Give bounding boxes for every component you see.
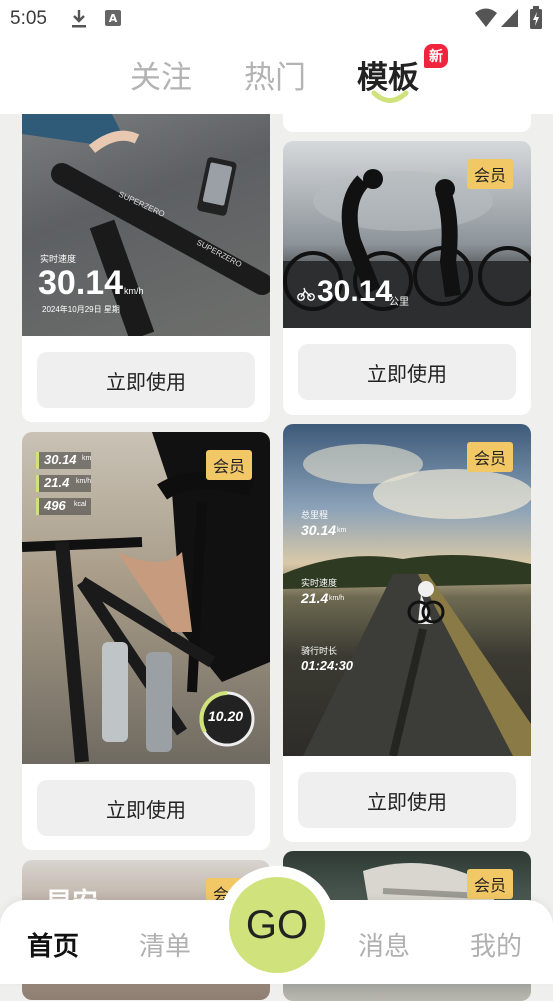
template-thumbnail[interactable]: SUPERZERO SUPERZERO 实时速度 30.14 km/h 2024… <box>22 114 270 336</box>
template-card[interactable]: 总里程 30.14 km 实时速度 21.4 km/h 骑行时长 01:24:3… <box>283 424 531 842</box>
speed-unit: km/h <box>124 286 144 296</box>
battery-icon <box>530 6 542 29</box>
nav-list[interactable]: 清单 <box>139 926 191 963</box>
template-card-partial <box>283 108 531 132</box>
speed-value: 30.14 <box>38 264 124 302</box>
nav-messages[interactable]: 消息 <box>358 926 410 963</box>
tab-follow[interactable]: 关注 <box>130 52 192 97</box>
date-text: 2024年10月29日 星期 <box>42 305 120 314</box>
bike-icon <box>297 287 315 301</box>
gauge-value: 10.20 <box>208 708 244 724</box>
template-card[interactable]: 30.14 km 21.4 km/h 496 kcal 10.20 会员 立即使… <box>22 432 270 850</box>
stat-unit: km <box>82 455 92 462</box>
go-button[interactable]: GO <box>229 877 325 973</box>
speed-value: 21.4 <box>301 590 329 606</box>
stat-value: 496 <box>44 498 66 513</box>
stat-value: 30.14 <box>44 452 77 467</box>
download-icon <box>72 10 86 28</box>
vip-badge: 会员 <box>467 442 513 472</box>
use-now-button[interactable]: 立即使用 <box>37 352 255 408</box>
status-time: 5:05 <box>10 8 47 29</box>
template-card[interactable]: SUPERZERO SUPERZERO 实时速度 30.14 km/h 2024… <box>22 114 270 422</box>
nav-home[interactable]: 首页 <box>27 926 79 963</box>
template-thumbnail[interactable]: 30.14 公里 会员 <box>283 141 531 328</box>
total-distance-value: 30.14 <box>301 522 337 538</box>
template-card[interactable]: 30.14 公里 会员 立即使用 <box>283 141 531 415</box>
wifi-icon <box>475 8 497 27</box>
nav-mine[interactable]: 我的 <box>470 926 522 963</box>
use-now-button[interactable]: 立即使用 <box>298 772 516 828</box>
use-now-button[interactable]: 立即使用 <box>37 780 255 836</box>
template-thumbnail[interactable]: 总里程 30.14 km 实时速度 21.4 km/h 骑行时长 01:24:3… <box>283 424 531 756</box>
top-tab-bar: 关注 热门 模板 新 <box>0 38 553 114</box>
total-distance-label: 总里程 <box>301 510 329 520</box>
active-tab-indicator <box>371 90 409 103</box>
speed-label: 实时速度 <box>301 578 338 588</box>
tab-hot[interactable]: 热门 <box>244 52 306 97</box>
duration-label: 骑行时长 <box>301 646 338 656</box>
new-badge: 新 <box>424 44 448 68</box>
stat-value: 21.4 <box>44 475 70 490</box>
distance-unit: 公里 <box>389 297 409 308</box>
use-now-button[interactable]: 立即使用 <box>298 344 516 400</box>
signal-icon <box>501 9 518 27</box>
status-bar: 5:05 A <box>0 0 553 38</box>
duration-value: 01:24:30 <box>301 658 354 673</box>
total-distance-unit: km <box>337 527 347 534</box>
template-thumbnail[interactable]: 30.14 km 21.4 km/h 496 kcal 10.20 会员 <box>22 432 270 764</box>
speed-unit: km/h <box>329 595 345 602</box>
distance-value: 30.14 <box>317 275 393 308</box>
vip-badge: 会员 <box>467 159 513 189</box>
vip-badge: 会员 <box>206 450 252 480</box>
notification-a-icon: A <box>105 10 121 26</box>
vip-badge: 会员 <box>467 869 513 899</box>
stat-unit: km/h <box>76 478 92 485</box>
stat-unit: kcal <box>74 501 87 508</box>
